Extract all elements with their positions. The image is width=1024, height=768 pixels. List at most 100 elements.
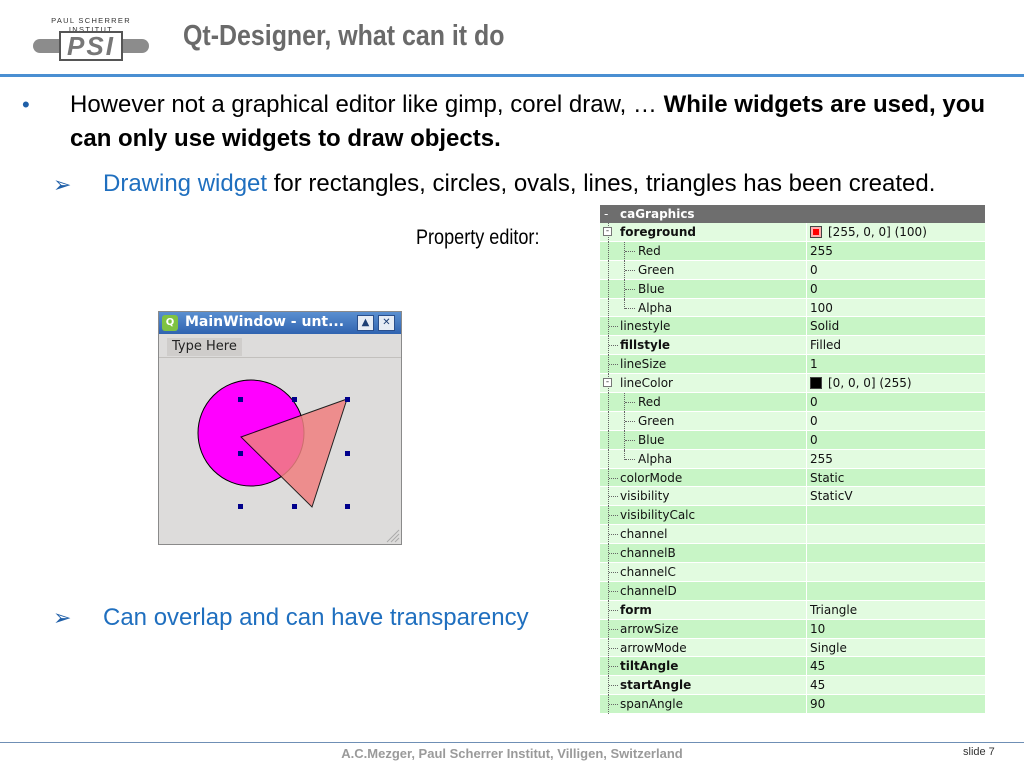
- property-name-cell: startAngle: [600, 676, 807, 696]
- property-row[interactable]: Blue 0: [600, 430, 985, 450]
- property-value-cell[interactable]: 0: [810, 261, 818, 279]
- form-canvas[interactable]: [159, 359, 401, 544]
- property-row[interactable]: lineSize 1: [600, 355, 985, 375]
- property-name: Blue: [638, 281, 665, 296]
- property-value-cell[interactable]: [255, 0, 0] (100): [810, 223, 927, 241]
- selection-handle[interactable]: [238, 451, 243, 456]
- property-row[interactable]: linestyle Solid: [600, 317, 985, 337]
- close-icon: ✕: [382, 317, 391, 328]
- property-value-cell[interactable]: 255: [810, 242, 833, 260]
- property-row[interactable]: visibility StaticV: [600, 487, 985, 507]
- property-row[interactable]: channelC: [600, 563, 985, 583]
- collapse-icon[interactable]: -: [603, 227, 612, 236]
- tree-line: [609, 477, 618, 479]
- close-button[interactable]: ✕: [378, 315, 395, 331]
- selection-handle[interactable]: [345, 397, 350, 402]
- property-value-cell[interactable]: Triangle: [810, 601, 857, 619]
- selection-handle[interactable]: [292, 504, 297, 509]
- property-value-cell[interactable]: 45: [810, 676, 825, 694]
- property-row[interactable]: Red 255: [600, 241, 985, 261]
- property-name-cell: Green: [600, 260, 807, 280]
- property-row[interactable]: Green 0: [600, 260, 985, 280]
- property-row[interactable]: channelB: [600, 544, 985, 564]
- property-row[interactable]: Green 0: [600, 411, 985, 431]
- tree-line: [608, 260, 609, 280]
- property-value-cell[interactable]: 10: [810, 620, 825, 638]
- property-row[interactable]: form Triangle: [600, 600, 985, 620]
- property-name: arrowSize: [620, 621, 679, 636]
- property-value-cell[interactable]: 0: [810, 412, 818, 430]
- property-row[interactable]: - foreground [255, 0, 0] (100): [600, 223, 985, 242]
- property-value-cell[interactable]: 90: [810, 695, 825, 713]
- property-row[interactable]: channel: [600, 525, 985, 545]
- property-row[interactable]: channelD: [600, 581, 985, 601]
- property-value-cell[interactable]: 100: [810, 299, 833, 317]
- menu-type-here[interactable]: Type Here: [167, 338, 242, 356]
- property-row[interactable]: visibilityCalc: [600, 506, 985, 526]
- selection-handle[interactable]: [292, 397, 297, 402]
- property-value-cell[interactable]: 45: [810, 657, 825, 675]
- property-name: Red: [638, 395, 661, 410]
- property-name-cell: tiltAngle: [600, 657, 807, 677]
- property-value-cell[interactable]: Filled: [810, 336, 841, 354]
- property-value-cell[interactable]: 1: [810, 355, 818, 373]
- main-window-titlebar[interactable]: Q MainWindow - unt... ▲ ✕: [159, 312, 401, 334]
- selection-handle[interactable]: [238, 397, 243, 402]
- property-value-cell[interactable]: 0: [810, 393, 818, 411]
- property-name: colorMode: [620, 470, 683, 485]
- property-row[interactable]: Red 0: [600, 393, 985, 413]
- tree-line: [609, 364, 618, 366]
- property-name-cell: visibilityCalc: [600, 506, 807, 526]
- selection-handle[interactable]: [345, 451, 350, 456]
- property-value-cell[interactable]: [0, 0, 0] (255): [810, 374, 912, 392]
- property-row[interactable]: Blue 0: [600, 279, 985, 299]
- selection-handle[interactable]: [345, 504, 350, 509]
- property-row[interactable]: colorMode Static: [600, 468, 985, 488]
- property-value-cell[interactable]: Solid: [810, 317, 839, 335]
- property-value: Solid: [810, 319, 840, 334]
- property-row[interactable]: arrowMode Single: [600, 638, 985, 658]
- tree-line: [609, 496, 618, 498]
- property-row[interactable]: startAngle 45: [600, 676, 985, 696]
- property-name-cell: Green: [600, 411, 807, 431]
- tree-line: [608, 449, 609, 469]
- property-value-cell[interactable]: Static: [810, 469, 844, 487]
- property-value: 0: [810, 395, 818, 410]
- property-name-cell: channel: [600, 525, 807, 545]
- selection-handle[interactable]: [238, 504, 243, 509]
- property-row[interactable]: fillstyle Filled: [600, 336, 985, 356]
- maximize-button[interactable]: ▲: [357, 315, 374, 331]
- logo-mark: PSI: [59, 31, 123, 61]
- collapse-icon[interactable]: -: [603, 378, 612, 388]
- property-value: Triangle: [810, 602, 858, 617]
- property-name-cell: - lineColor: [600, 374, 807, 394]
- property-value-cell[interactable]: 0: [810, 280, 818, 298]
- tree-line: [609, 647, 618, 649]
- property-editor-header[interactable]: - caGraphics: [600, 205, 985, 223]
- property-value-cell[interactable]: StaticV: [810, 487, 853, 505]
- property-row[interactable]: arrowSize 10: [600, 619, 985, 639]
- property-row[interactable]: tiltAngle 45: [600, 657, 985, 677]
- arrow-bullet-icon: ➢: [53, 605, 72, 630]
- tree-line: [625, 288, 635, 290]
- property-value: 45: [810, 678, 826, 693]
- property-name-cell: arrowMode: [600, 638, 807, 658]
- property-row[interactable]: Alpha 100: [600, 298, 985, 318]
- property-name-cell: colorMode: [600, 468, 807, 488]
- property-name-cell: fillstyle: [600, 336, 807, 356]
- tree-line: [608, 279, 609, 299]
- tree-line: [625, 402, 635, 404]
- color-swatch-icon: [810, 377, 822, 390]
- resize-grip-icon[interactable]: [386, 529, 400, 543]
- property-row[interactable]: - lineColor [0, 0, 0] (255): [600, 374, 985, 394]
- property-name: arrowMode: [620, 640, 687, 655]
- property-value: Single: [810, 640, 847, 655]
- property-value: 255: [810, 451, 833, 466]
- property-row[interactable]: Alpha 255: [600, 449, 985, 469]
- property-value-cell[interactable]: 255: [810, 450, 833, 468]
- drawing-widget-highlight: Drawing widget: [103, 170, 268, 197]
- property-row[interactable]: spanAngle 90: [600, 695, 985, 715]
- property-value-cell[interactable]: 0: [810, 431, 818, 449]
- collapse-icon[interactable]: -: [604, 205, 608, 223]
- property-value-cell[interactable]: Single: [810, 639, 847, 657]
